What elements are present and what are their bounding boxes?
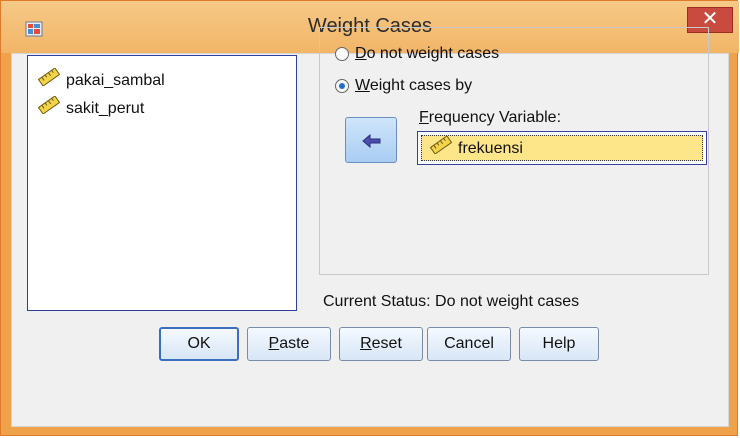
button-mnemonic: P (268, 335, 280, 352)
label-mnemonic: F (419, 109, 429, 126)
radio-label: eight cases by (369, 77, 473, 94)
frequency-variable-label: Frequency Variable: (419, 109, 561, 127)
do-not-weight-radio[interactable]: Do not weight cases (335, 43, 499, 65)
move-variable-button[interactable] (345, 117, 397, 163)
label-text: requency Variable: (428, 109, 562, 126)
variable-item[interactable]: pakai_sambal (37, 67, 165, 94)
button-label: eset (371, 335, 402, 352)
radio-mnemonic: D (355, 45, 367, 62)
ruler-icon (37, 95, 61, 122)
variable-name: sakit_perut (66, 100, 145, 118)
ok-button[interactable]: OK (159, 327, 239, 361)
variable-item[interactable]: sakit_perut (37, 95, 145, 122)
paste-button[interactable]: Paste (247, 327, 331, 361)
variable-name: pakai_sambal (66, 72, 165, 90)
frequency-variable-value: frekuensi (421, 135, 703, 161)
frequency-variable-name: frekuensi (458, 140, 523, 158)
reset-button[interactable]: Reset (339, 327, 423, 361)
radio-label: o not weight cases (366, 45, 500, 62)
help-button[interactable]: Help (519, 327, 599, 361)
frequency-variable-field[interactable]: frekuensi (417, 131, 707, 165)
radio-unchecked-icon (335, 46, 349, 61)
button-label: aste (279, 335, 310, 352)
ruler-icon (37, 67, 61, 94)
ruler-icon (429, 135, 453, 162)
radio-checked-icon (335, 78, 349, 93)
weight-cases-by-radio[interactable]: Weight cases by (335, 75, 472, 97)
weight-cases-dialog: Weight Cases ✕ pakai_sambal sakit_perut … (0, 0, 739, 436)
radio-mnemonic: W (355, 77, 370, 94)
arrow-left-icon (361, 132, 383, 155)
cancel-button[interactable]: Cancel (427, 327, 511, 361)
variable-list[interactable]: pakai_sambal sakit_perut (27, 55, 297, 311)
current-status: Current Status: Do not weight cases (323, 293, 580, 310)
button-mnemonic: R (360, 335, 372, 352)
